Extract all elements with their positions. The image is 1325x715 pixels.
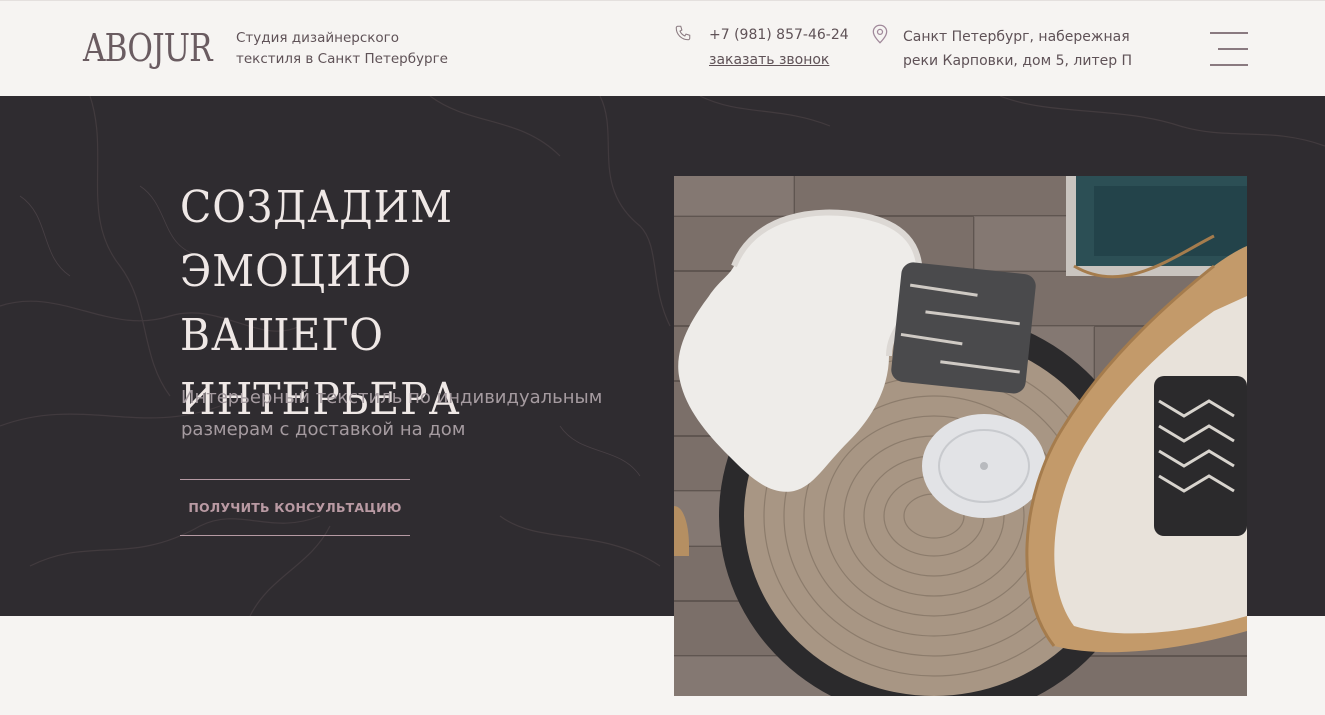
hero-title-line-2: ЭМОЦИЮ ВАШЕГО: [180, 246, 413, 361]
phone-number[interactable]: +7 (981) 857-46-24: [709, 25, 849, 45]
menu-line: [1210, 64, 1248, 66]
tagline-line-2: текстиля в Санкт Петербурге: [236, 51, 448, 67]
tagline: Студия дизайнерского текстиля в Санкт Пе…: [236, 28, 476, 70]
site-header: ABOJUR Студия дизайнерского текстиля в С…: [0, 0, 1325, 96]
menu-line: [1210, 32, 1248, 34]
hamburger-menu-icon[interactable]: [1210, 32, 1248, 68]
hero-subtitle: Интерьерный текстиль по индивидуальным р…: [181, 382, 641, 446]
interior-textile-photo: [674, 176, 1247, 696]
callback-link[interactable]: заказать звонок: [709, 50, 829, 70]
phone-icon: [675, 25, 691, 41]
hero-subtitle-line-1: Интерьерный текстиль по индивидуальным: [181, 387, 603, 408]
hero-photo: [674, 176, 1247, 696]
hero-title-line-1: СОЗДАДИМ: [180, 182, 453, 233]
consultation-button[interactable]: ПОЛУЧИТЬ КОНСУЛЬТАЦИЮ: [180, 479, 410, 536]
hero-subtitle-line-2: размерам с доставкой на дом: [181, 419, 466, 440]
logo[interactable]: ABOJUR: [83, 27, 213, 69]
tagline-line-1: Студия дизайнерского: [236, 30, 400, 46]
address-line-1: Санкт Петербург, набережная: [903, 29, 1130, 45]
address: Санкт Петербург, набережная реки Карповк…: [903, 25, 1153, 73]
address-line-2: реки Карповки, дом 5, литер П: [903, 53, 1133, 69]
map-pin-icon: [872, 24, 888, 44]
menu-line: [1218, 48, 1248, 50]
